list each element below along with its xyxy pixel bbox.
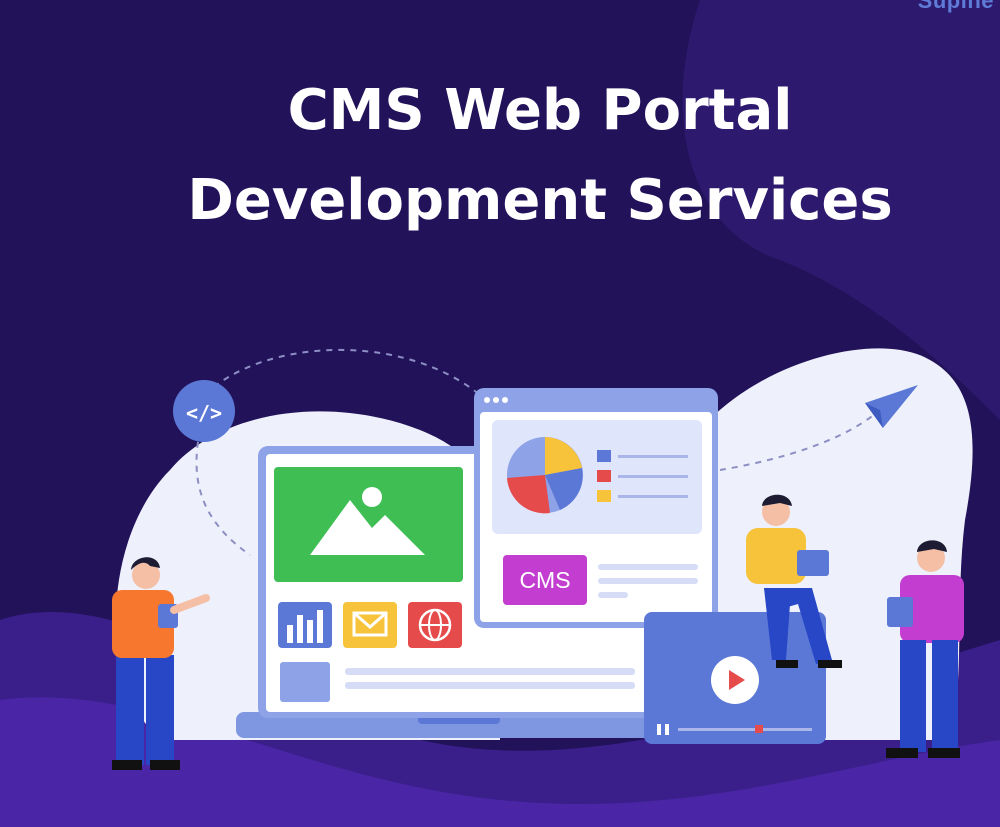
pie-chart-icon: [507, 437, 583, 514]
code-badge-label: </>: [185, 401, 223, 425]
bar-chart-icon: [278, 602, 332, 648]
globe-icon: [408, 602, 462, 648]
brand-logo: Supine: [917, 0, 994, 13]
page-title-line-2: Development Services: [187, 168, 893, 233]
poster: Supine CMS Web Portal Development Servic…: [0, 0, 1000, 827]
mail-icon: [343, 602, 397, 648]
dashed-arc-top: [204, 349, 481, 396]
cms-badge-label: CMS: [519, 567, 571, 593]
page-title-line-1: CMS Web Portal: [287, 78, 793, 143]
